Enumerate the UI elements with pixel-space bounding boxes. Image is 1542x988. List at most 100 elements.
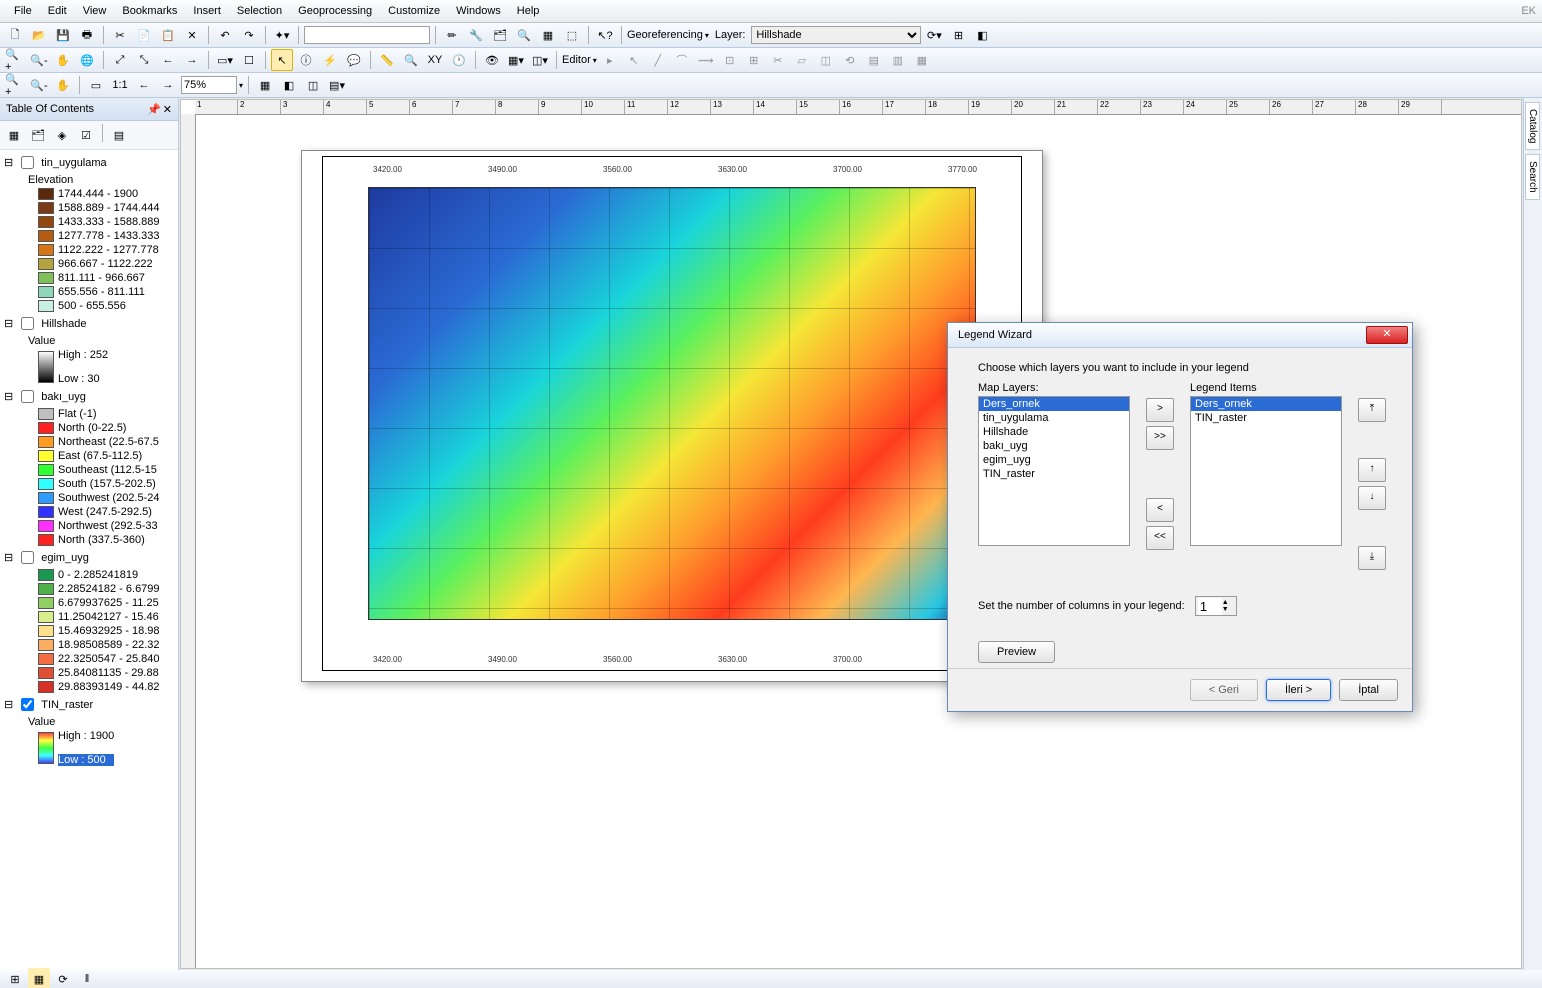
menu-geoprocessing[interactable]: Geoprocessing: [290, 3, 380, 19]
layer-name[interactable]: egim_uyg: [41, 552, 89, 564]
layer-name[interactable]: Hillshade: [41, 318, 86, 330]
full-extent-icon[interactable]: 🌐: [76, 49, 98, 71]
fixed-zoom-in-icon[interactable]: ⤢: [109, 49, 131, 71]
legend-item[interactable]: TIN_raster: [1191, 411, 1341, 425]
expand-icon[interactable]: ⊟: [4, 551, 13, 564]
dialog-close-button[interactable]: ✕: [1366, 326, 1408, 344]
back-button[interactable]: < Geri: [1190, 679, 1258, 701]
map-layer-item[interactable]: Hillshade: [979, 425, 1129, 439]
layout-zoom-out-icon[interactable]: 🔍-: [28, 74, 50, 96]
toc-tree[interactable]: ⊟tin_uygulamaElevation1744.444 - 1900158…: [0, 150, 178, 970]
toc-options-icon[interactable]: ▤: [108, 124, 130, 146]
time-slider-icon[interactable]: 🕐: [448, 49, 470, 71]
undo-icon[interactable]: ↶: [214, 24, 236, 46]
map-data-frame[interactable]: 3420.003420.003490.003490.003560.003560.…: [322, 156, 1022, 671]
create-viewer-icon[interactable]: ▦▾: [505, 49, 527, 71]
copy-icon[interactable]: 📄: [133, 24, 155, 46]
layout-page[interactable]: 3420.003420.003490.003490.003560.003560.…: [301, 150, 1043, 682]
remove-button[interactable]: <: [1146, 498, 1174, 522]
map-layer-item[interactable]: bakı_uyg: [979, 439, 1129, 453]
zoom-whole-page-icon[interactable]: ▭: [85, 74, 107, 96]
remove-all-button[interactable]: <<: [1146, 526, 1174, 550]
expand-icon[interactable]: ⊟: [4, 698, 13, 711]
measure-icon[interactable]: 📏: [376, 49, 398, 71]
find-xy-icon[interactable]: XY: [424, 49, 446, 71]
toggle-draft-icon[interactable]: ▦: [254, 74, 276, 96]
menu-edit[interactable]: Edit: [40, 3, 75, 19]
change-layout-icon[interactable]: ◫: [302, 74, 324, 96]
legend-item[interactable]: Ders_ornek: [1191, 397, 1341, 411]
layout-pan-icon[interactable]: ✋: [52, 74, 74, 96]
delete-icon[interactable]: ✕: [181, 24, 203, 46]
paste-icon[interactable]: 📋: [157, 24, 179, 46]
hyperlink-icon[interactable]: ⚡: [319, 49, 341, 71]
georeferencing-dropdown[interactable]: Georeferencing: [627, 29, 709, 41]
new-icon[interactable]: 🗋: [4, 24, 26, 46]
list-by-drawing-icon[interactable]: ▦: [3, 124, 25, 146]
viewer-window-icon[interactable]: 👁: [481, 49, 503, 71]
layer-name[interactable]: bakı_uyg: [41, 391, 86, 403]
cancel-button[interactable]: İptal: [1339, 679, 1398, 701]
zoom-out-icon[interactable]: 🔍-: [28, 49, 50, 71]
layer-name[interactable]: TIN_raster: [41, 699, 93, 711]
cut-icon[interactable]: ✂: [109, 24, 131, 46]
forward-icon[interactable]: →: [181, 49, 203, 71]
catalog-tab[interactable]: Catalog: [1525, 102, 1540, 150]
layout-back-icon[interactable]: ←: [133, 74, 155, 96]
identify-icon[interactable]: ⓘ: [295, 49, 317, 71]
refresh-icon[interactable]: ⟳: [52, 968, 74, 988]
model-icon[interactable]: ⬚: [561, 24, 583, 46]
add-all-button[interactable]: >>: [1146, 426, 1174, 450]
move-up-button[interactable]: ↑: [1358, 458, 1386, 482]
layout-view-icon[interactable]: ▦: [28, 968, 50, 988]
select-features-icon[interactable]: ▭▾: [214, 49, 236, 71]
expand-icon[interactable]: ⊟: [4, 390, 13, 403]
map-layer-item[interactable]: TIN_raster: [979, 467, 1129, 481]
html-popup-icon[interactable]: 💬: [343, 49, 365, 71]
menu-file[interactable]: File: [6, 3, 40, 19]
select-elements-icon[interactable]: ↖: [271, 49, 293, 71]
list-by-source-icon[interactable]: 🗂: [27, 124, 49, 146]
list-by-selection-icon[interactable]: ☑: [75, 124, 97, 146]
map-layer-item[interactable]: Ders_ornek: [979, 397, 1129, 411]
focus-data-frame-icon[interactable]: ◧: [278, 74, 300, 96]
scale-combo[interactable]: [304, 26, 430, 44]
add-button[interactable]: >: [1146, 398, 1174, 422]
move-bottom-button[interactable]: ⤓: [1358, 546, 1386, 570]
menu-windows[interactable]: Windows: [448, 3, 509, 19]
layer-checkbox[interactable]: [21, 317, 34, 330]
layer-checkbox[interactable]: [21, 390, 34, 403]
editor-dropdown[interactable]: Editor: [562, 54, 597, 66]
layout-zoom-in-icon[interactable]: 🔍+: [4, 74, 26, 96]
print-icon[interactable]: 🖶: [76, 24, 98, 46]
move-top-button[interactable]: ⤒: [1358, 398, 1386, 422]
layer-checkbox[interactable]: [21, 551, 34, 564]
layer-checkbox[interactable]: [21, 156, 34, 169]
next-button[interactable]: İleri >: [1266, 679, 1331, 701]
expand-icon[interactable]: ⊟: [4, 156, 13, 169]
menu-insert[interactable]: Insert: [185, 3, 229, 19]
pause-icon[interactable]: ‖: [76, 968, 98, 988]
dialog-titlebar[interactable]: Legend Wizard ✕: [948, 323, 1412, 348]
list-by-visibility-icon[interactable]: ◈: [51, 124, 73, 146]
overview-icon[interactable]: ◫▾: [529, 49, 551, 71]
search-window-icon[interactable]: 🔍: [513, 24, 535, 46]
zoom-100-icon[interactable]: 1:1: [109, 74, 131, 96]
pan-icon[interactable]: ✋: [52, 49, 74, 71]
menu-bookmarks[interactable]: Bookmarks: [114, 3, 185, 19]
menu-customize[interactable]: Customize: [380, 3, 448, 19]
layer-name[interactable]: tin_uygulama: [41, 157, 106, 169]
zoom-in-icon[interactable]: 🔍+: [4, 49, 26, 71]
expand-icon[interactable]: ⊟: [4, 317, 13, 330]
layout-view-canvas[interactable]: 1234567891011121314151617181920212223242…: [180, 99, 1522, 969]
link-table-icon[interactable]: ⊞: [947, 24, 969, 46]
open-icon[interactable]: 📂: [28, 24, 50, 46]
map-layer-item[interactable]: tin_uygulama: [979, 411, 1129, 425]
spinner-arrows-icon[interactable]: ▲▼: [1222, 599, 1229, 613]
python-icon[interactable]: ▦: [537, 24, 559, 46]
fixed-zoom-out-icon[interactable]: ⤡: [133, 49, 155, 71]
data-view-icon[interactable]: ⊞: [4, 968, 26, 988]
toc-pin-icon[interactable]: 📌: [147, 103, 161, 116]
toc-close-icon[interactable]: ✕: [163, 103, 172, 116]
redo-icon[interactable]: ↷: [238, 24, 260, 46]
